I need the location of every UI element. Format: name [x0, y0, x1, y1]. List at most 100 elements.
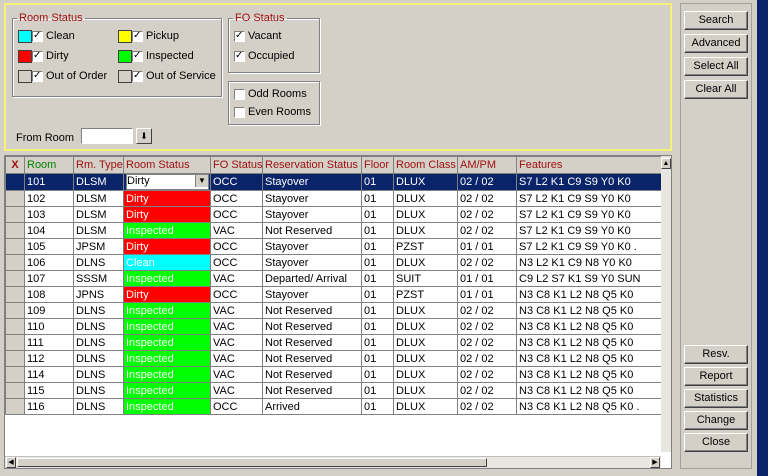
- fo-status-cell[interactable]: OCC: [210, 238, 263, 255]
- table-row[interactable]: 111 DLNS Inspected VAC Not Reserved 01 DLUX 02 …: [5, 334, 662, 351]
- col-header-x[interactable]: X: [5, 156, 25, 174]
- col-header-room-class[interactable]: Room Class: [393, 156, 458, 174]
- features-cell[interactable]: S7 L2 K1 C9 S9 Y0 K0: [516, 222, 662, 239]
- room-cell[interactable]: 102: [24, 190, 74, 207]
- col-header-fo-status[interactable]: FO Status: [210, 156, 263, 174]
- select-all-button[interactable]: Select All: [684, 57, 748, 76]
- room-cell[interactable]: 107: [24, 270, 74, 287]
- room-cell[interactable]: 115: [24, 382, 74, 399]
- floor-cell[interactable]: 01: [361, 190, 394, 207]
- vertical-scrollbar[interactable]: ▲: [661, 156, 671, 452]
- reservation-status-cell[interactable]: Arrived: [262, 398, 362, 415]
- room-status-cell[interactable]: Inspected: [123, 302, 211, 319]
- room-status-cell[interactable]: Inspected: [123, 366, 211, 383]
- room-status-cell[interactable]: Dirty: [123, 190, 211, 207]
- reservation-status-cell[interactable]: Stayover: [262, 206, 362, 223]
- room-class-cell[interactable]: DLUX: [393, 206, 458, 223]
- col-header-floor[interactable]: Floor: [361, 156, 394, 174]
- ampm-cell[interactable]: 01 / 01: [457, 238, 517, 255]
- floor-cell[interactable]: 01: [361, 382, 394, 399]
- dropdown-arrow-icon[interactable]: ▼: [195, 175, 208, 187]
- ampm-cell[interactable]: 02 / 02: [457, 350, 517, 367]
- room-cell[interactable]: 110: [24, 318, 74, 335]
- features-cell[interactable]: N3 C8 K1 L2 N8 Q5 K0: [516, 350, 662, 367]
- room-class-cell[interactable]: DLUX: [393, 222, 458, 239]
- fo-status-cell[interactable]: VAC: [210, 270, 263, 287]
- floor-cell[interactable]: 01: [361, 254, 394, 271]
- pickup-checkbox[interactable]: [132, 29, 143, 43]
- room-cell[interactable]: 114: [24, 366, 74, 383]
- reservation-status-cell[interactable]: Not Reserved: [262, 382, 362, 399]
- table-row[interactable]: 107 SSSM Inspected VAC Departed/ Arrival 01 SU…: [5, 270, 662, 287]
- scroll-right-button[interactable]: ▶: [650, 457, 660, 468]
- odd-rooms-checkbox[interactable]: [234, 88, 245, 100]
- ampm-cell[interactable]: 01 / 01: [457, 286, 517, 303]
- table-row[interactable]: 103 DLSM Dirty OCC Stayover 01 DLUX 02 / 02 S7 L…: [5, 206, 662, 223]
- features-cell[interactable]: N3 L2 K1 C9 N8 Y0 K0: [516, 254, 662, 271]
- ampm-cell[interactable]: 02 / 02: [457, 222, 517, 239]
- clean-checkbox[interactable]: [32, 29, 43, 43]
- features-cell[interactable]: C9 L2 S7 K1 S9 Y0 SUN: [516, 270, 662, 287]
- advanced-button[interactable]: Advanced: [684, 34, 748, 53]
- fo-status-cell[interactable]: VAC: [210, 366, 263, 383]
- ampm-cell[interactable]: 02 / 02: [457, 334, 517, 351]
- inspected-checkbox[interactable]: [132, 49, 143, 63]
- room-type-cell[interactable]: DLNS: [73, 254, 124, 271]
- fo-status-cell[interactable]: VAC: [210, 350, 263, 367]
- from-room-input[interactable]: [81, 128, 133, 144]
- filter-occupied[interactable]: Occupied: [234, 49, 294, 63]
- fo-status-cell[interactable]: VAC: [210, 318, 263, 335]
- room-cell[interactable]: 101: [24, 173, 74, 191]
- ampm-cell[interactable]: 02 / 02: [457, 206, 517, 223]
- floor-cell[interactable]: 01: [361, 366, 394, 383]
- table-row[interactable]: 109 DLNS Inspected VAC Not Reserved 01 DLUX 02 …: [5, 302, 662, 319]
- horizontal-scrollbar[interactable]: ◀ ▶: [5, 456, 661, 468]
- filter-pickup[interactable]: Pickup: [118, 29, 179, 43]
- out-of-order-checkbox[interactable]: [32, 69, 43, 83]
- floor-cell[interactable]: 01: [361, 302, 394, 319]
- even-rooms-checkbox[interactable]: [234, 106, 245, 118]
- room-status-cell[interactable]: Inspected: [123, 382, 211, 399]
- room-cell[interactable]: 103: [24, 206, 74, 223]
- table-row[interactable]: 108 JPNS Dirty OCC Stayover 01 PZST 01 / 01 N3 C…: [5, 286, 662, 303]
- horizontal-scroll-thumb[interactable]: [17, 458, 487, 467]
- room-status-select[interactable]: Dirty ▼: [126, 174, 209, 190]
- room-cell[interactable]: 111: [24, 334, 74, 351]
- from-room-dropdown-button[interactable]: ⬇: [136, 128, 152, 144]
- col-header-reservation-status[interactable]: Reservation Status: [262, 156, 362, 174]
- resv-button[interactable]: Resv.: [684, 345, 748, 364]
- features-cell[interactable]: N3 C8 K1 L2 N8 Q5 K0 .: [516, 398, 662, 415]
- fo-status-cell[interactable]: VAC: [210, 382, 263, 399]
- reservation-status-cell[interactable]: Stayover: [262, 286, 362, 303]
- table-row[interactable]: 106 DLNS Clean OCC Stayover 01 DLUX 02 / 02 N3 L…: [5, 254, 662, 271]
- floor-cell[interactable]: 01: [361, 222, 394, 239]
- dirty-checkbox[interactable]: [32, 49, 43, 63]
- room-class-cell[interactable]: SUIT: [393, 270, 458, 287]
- floor-cell[interactable]: 01: [361, 318, 394, 335]
- features-cell[interactable]: N3 C8 K1 L2 N8 Q5 K0: [516, 302, 662, 319]
- reservation-status-cell[interactable]: Departed/ Arrival: [262, 270, 362, 287]
- report-button[interactable]: Report: [684, 367, 748, 386]
- room-status-cell[interactable]: Dirty: [123, 206, 211, 223]
- room-class-cell[interactable]: DLUX: [393, 254, 458, 271]
- floor-cell[interactable]: 01: [361, 334, 394, 351]
- filter-vacant[interactable]: Vacant: [234, 29, 281, 43]
- reservation-status-cell[interactable]: Stayover: [262, 173, 362, 191]
- table-row[interactable]: 114 DLNS Inspected VAC Not Reserved 01 DLUX 02 …: [5, 366, 662, 383]
- reservation-status-cell[interactable]: Not Reserved: [262, 302, 362, 319]
- fo-status-cell[interactable]: OCC: [210, 286, 263, 303]
- table-row[interactable]: 102 DLSM Dirty OCC Stayover 01 DLUX 02 / 02 S7 L…: [5, 190, 662, 207]
- room-class-cell[interactable]: DLUX: [393, 350, 458, 367]
- fo-status-cell[interactable]: VAC: [210, 222, 263, 239]
- col-header-room[interactable]: Room: [24, 156, 74, 174]
- features-cell[interactable]: S7 L2 K1 C9 S9 Y0 K0: [516, 190, 662, 207]
- room-cell[interactable]: 105: [24, 238, 74, 255]
- fo-status-cell[interactable]: OCC: [210, 206, 263, 223]
- fo-status-cell[interactable]: VAC: [210, 302, 263, 319]
- filter-clean[interactable]: Clean: [18, 29, 75, 43]
- room-status-cell[interactable]: Inspected: [123, 270, 211, 287]
- room-status-cell[interactable]: Dirty: [123, 286, 211, 303]
- clear-all-button[interactable]: Clear All: [684, 80, 748, 99]
- room-type-cell[interactable]: DLSM: [73, 222, 124, 239]
- room-status-cell[interactable]: Inspected: [123, 318, 211, 335]
